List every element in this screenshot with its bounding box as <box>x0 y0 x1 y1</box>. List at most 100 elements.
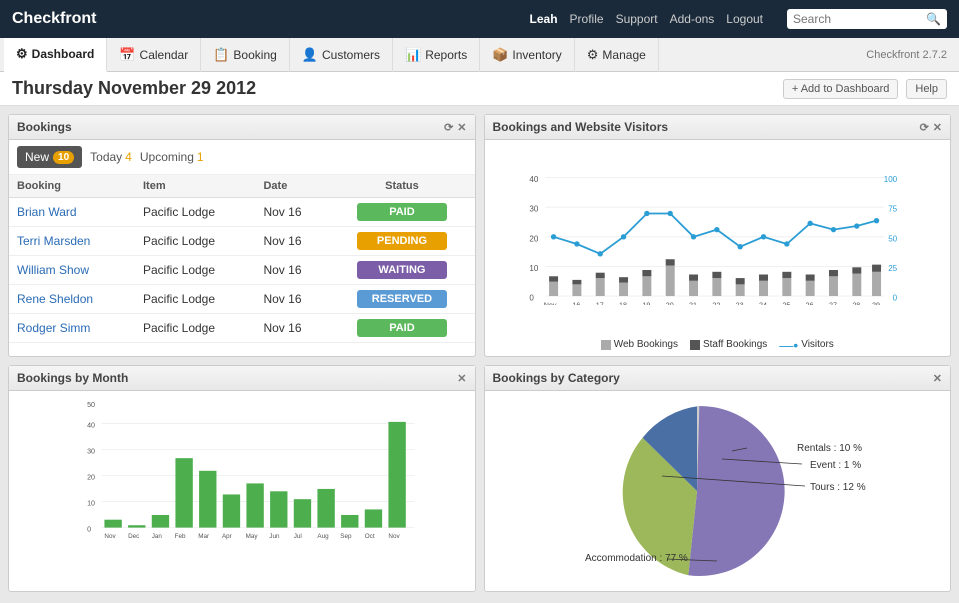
booking-name-link[interactable]: Brian Ward <box>17 205 77 219</box>
svg-text:20: 20 <box>529 234 538 243</box>
legend-visitors: —• Visitors <box>779 339 834 350</box>
table-row: William Show Pacific Lodge Nov 16 WAITIN… <box>9 256 475 285</box>
booking-date: Nov 16 <box>255 314 329 343</box>
col-date: Date <box>255 175 329 198</box>
status-badge: PAID <box>357 319 447 337</box>
month-chart-svg: 0 10 20 30 40 50 <box>39 399 467 541</box>
svg-text:Jun: Jun <box>269 533 280 540</box>
svg-text:30: 30 <box>87 447 95 455</box>
addons-link[interactable]: Add-ons <box>670 12 715 26</box>
svg-text:Feb: Feb <box>175 533 186 540</box>
status-badge: WAITING <box>357 261 447 279</box>
bookings-table: Booking Item Date Status Brian Ward Paci… <box>9 175 475 343</box>
svg-text:18: 18 <box>619 302 627 305</box>
close-icon-c[interactable]: ✕ <box>933 372 942 385</box>
refresh-icon-v[interactable]: ⟳ <box>920 121 929 134</box>
svg-text:40: 40 <box>529 175 538 184</box>
tab-customers[interactable]: 👤 Customers <box>290 38 393 72</box>
svg-text:Aug: Aug <box>317 533 329 540</box>
close-icon[interactable]: ✕ <box>457 121 466 134</box>
visitors-panel-title: Bookings and Website Visitors <box>493 120 669 134</box>
app-logo: Checkfront <box>12 10 96 28</box>
col-status: Status <box>329 175 474 198</box>
booking-item: Pacific Lodge <box>135 314 255 343</box>
today-tab[interactable]: Today 4 <box>90 150 132 164</box>
legend-web-bookings: Web Bookings <box>601 339 678 350</box>
svg-text:25: 25 <box>782 302 790 305</box>
tab-reports[interactable]: 📊 Reports <box>393 38 480 72</box>
table-row: Rodger Simm Pacific Lodge Nov 16 PAID <box>9 314 475 343</box>
booking-name-link[interactable]: Terri Marsden <box>17 234 90 248</box>
month-panel-actions: ✕ <box>457 372 466 385</box>
logout-link[interactable]: Logout <box>726 12 763 26</box>
svg-text:0: 0 <box>529 294 534 303</box>
new-count-badge: 10 <box>53 151 74 164</box>
bookings-panel: Bookings ⟳ ✕ New 10 Today 4 Upcoming 1 <box>8 114 476 357</box>
username: Leah <box>530 12 558 26</box>
tab-calendar[interactable]: 📅 Calendar <box>107 38 201 72</box>
svg-text:10: 10 <box>529 264 538 273</box>
tab-dashboard[interactable]: ⚙ Dashboard <box>4 38 107 72</box>
booking-name-link[interactable]: Rene Sheldon <box>17 292 93 306</box>
svg-text:Oct: Oct <box>365 533 375 540</box>
close-icon-v[interactable]: ✕ <box>933 121 942 134</box>
refresh-icon[interactable]: ⟳ <box>444 121 453 134</box>
search-input[interactable] <box>787 9 947 29</box>
svg-text:24: 24 <box>759 302 767 305</box>
category-panel-title: Bookings by Category <box>493 371 620 385</box>
visitors-line-icon: —• <box>779 340 798 350</box>
page-title: Thursday November 29 2012 <box>12 78 256 99</box>
svg-text:Sep: Sep <box>340 533 352 540</box>
tab-booking[interactable]: 📋 Booking <box>201 38 290 72</box>
add-to-dashboard-button[interactable]: + Add to Dashboard <box>783 79 899 99</box>
svg-text:May: May <box>246 533 259 540</box>
upcoming-tab[interactable]: Upcoming 1 <box>140 150 204 164</box>
svg-text:Jul: Jul <box>294 533 302 540</box>
tab-manage[interactable]: ⚙ Manage <box>575 38 659 72</box>
new-bookings-button[interactable]: New 10 <box>17 146 82 168</box>
booking-name-link[interactable]: Rodger Simm <box>17 321 90 335</box>
svg-text:Rentals : 10 %: Rentals : 10 % <box>797 443 862 454</box>
tab-inventory[interactable]: 📦 Inventory <box>480 38 575 72</box>
svg-text:26: 26 <box>805 302 813 305</box>
svg-text:10: 10 <box>87 500 95 508</box>
help-button[interactable]: Help <box>906 79 947 99</box>
close-icon-m[interactable]: ✕ <box>457 372 466 385</box>
month-panel-header: Bookings by Month ✕ <box>9 366 475 391</box>
tab-nav: ⚙ Dashboard 📅 Calendar 📋 Booking 👤 Custo… <box>0 38 959 72</box>
svg-text:Nov: Nov <box>388 533 400 540</box>
svg-text:21: 21 <box>689 302 697 305</box>
version-label: Checkfront 2.7.2 <box>866 49 955 61</box>
profile-link[interactable]: Profile <box>570 12 604 26</box>
visitors-chart-svg: 0 10 20 30 40 0 25 50 75 100 <box>515 148 921 305</box>
status-badge: PAID <box>357 203 447 221</box>
svg-text:Jan: Jan <box>152 533 163 540</box>
svg-text:75: 75 <box>888 205 897 214</box>
staff-bookings-color <box>690 340 700 350</box>
booking-name-link[interactable]: William Show <box>17 263 89 277</box>
svg-text:27: 27 <box>828 302 836 305</box>
svg-text:Accommodation : 77 %: Accommodation : 77 % <box>585 553 688 564</box>
svg-text:100: 100 <box>883 175 897 184</box>
svg-text:16: 16 <box>572 302 580 305</box>
status-badge: PENDING <box>357 232 447 250</box>
table-row: Brian Ward Pacific Lodge Nov 16 PAID <box>9 198 475 227</box>
page-header: Thursday November 29 2012 + Add to Dashb… <box>0 72 959 106</box>
svg-text:50: 50 <box>888 234 897 243</box>
dashboard-icon: ⚙ <box>16 46 28 62</box>
support-link[interactable]: Support <box>616 12 658 26</box>
svg-text:28: 28 <box>852 302 860 305</box>
booking-item: Pacific Lodge <box>135 285 255 314</box>
booking-filter-tabs: New 10 Today 4 Upcoming 1 <box>9 140 475 175</box>
svg-text:Nov: Nov <box>543 302 556 305</box>
visitors-chart: 0 10 20 30 40 0 25 50 75 100 <box>485 140 951 335</box>
booking-item: Pacific Lodge <box>135 198 255 227</box>
status-badge: RESERVED <box>357 290 447 308</box>
visitors-panel-actions: ⟳ ✕ <box>920 121 942 134</box>
svg-text:Mar: Mar <box>198 533 209 540</box>
web-bookings-color <box>601 340 611 350</box>
booking-date: Nov 16 <box>255 285 329 314</box>
svg-text:17: 17 <box>595 302 603 305</box>
svg-text:20: 20 <box>87 473 95 481</box>
booking-item: Pacific Lodge <box>135 256 255 285</box>
